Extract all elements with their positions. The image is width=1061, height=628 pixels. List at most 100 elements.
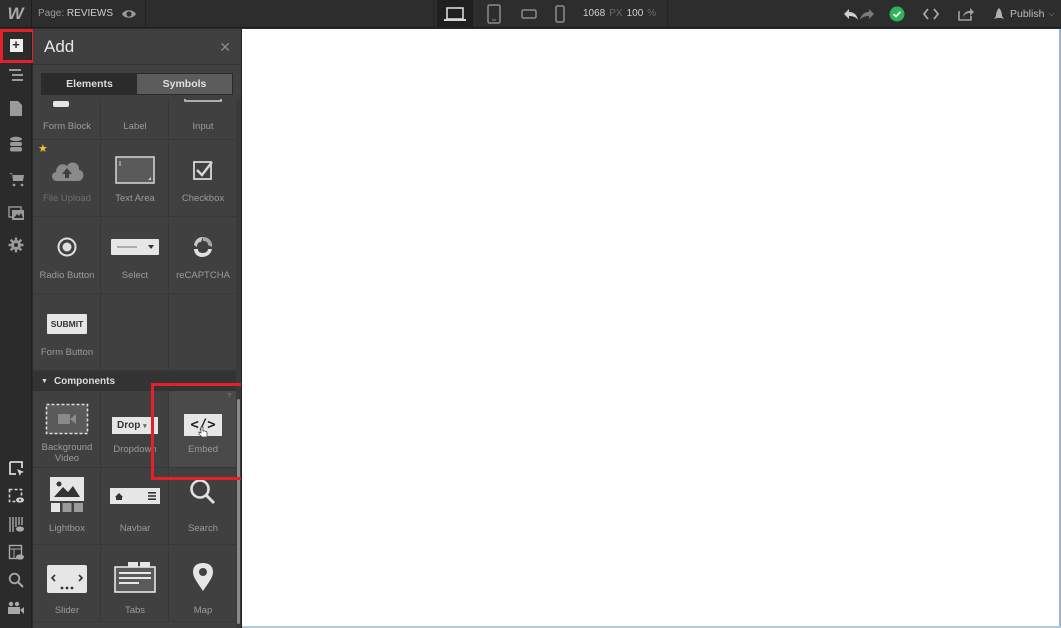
device-mobile-portrait-button[interactable] <box>542 0 578 28</box>
empty-cell <box>169 294 236 371</box>
navbar-icon <box>101 478 169 514</box>
element-checkbox[interactable]: Checkbox <box>169 140 236 217</box>
element-label: Form Button <box>40 347 94 358</box>
element-file-upload[interactable]: ★ File Upload <box>33 140 101 217</box>
element-label: Form Block <box>42 121 92 132</box>
scrollbar-thumb[interactable] <box>237 399 240 624</box>
design-canvas[interactable] <box>241 29 1061 628</box>
left-toolbar: + <box>0 29 32 628</box>
redo-icon[interactable] <box>859 5 875 23</box>
recaptcha-icon <box>169 229 236 265</box>
component-search[interactable]: Search <box>169 468 236 545</box>
element-input[interactable]: Input <box>169 99 236 140</box>
width-value[interactable]: 1068 <box>583 8 605 19</box>
preview-selection-button[interactable] <box>0 482 32 510</box>
element-form-button[interactable]: SUBMIT Form Button <box>33 294 101 371</box>
video-camera-icon <box>8 601 24 614</box>
device-desktop-button[interactable] <box>437 0 473 28</box>
device-tablet-button[interactable] <box>476 0 512 28</box>
layout-preview-button[interactable] <box>0 538 32 566</box>
component-slider[interactable]: Slider <box>33 545 101 622</box>
close-icon[interactable]: ✕ <box>219 39 231 56</box>
plus-icon: + <box>9 38 23 52</box>
element-text-area[interactable]: Text Area <box>101 140 169 217</box>
component-lightbox[interactable]: Lightbox <box>33 468 101 545</box>
divider <box>145 0 146 28</box>
video-tutorials-button[interactable] <box>0 594 32 622</box>
divider <box>667 0 668 28</box>
status-check-icon[interactable] <box>888 5 906 23</box>
component-map[interactable]: Map <box>169 545 236 622</box>
width-unit: PX <box>609 8 623 19</box>
element-label: Map <box>193 605 213 616</box>
panel-tabs: Elements Symbols <box>41 73 233 95</box>
ecommerce-button[interactable] <box>0 165 32 193</box>
components-section-header[interactable]: ▼ Components <box>33 371 236 391</box>
select-tool-button[interactable] <box>0 454 32 482</box>
component-navbar[interactable]: Navbar <box>101 468 169 545</box>
cart-icon <box>8 173 24 187</box>
top-toolbar: W Page: REVIEWS 1068 PX 100% Publish ⌵ <box>0 0 1061 28</box>
map-pin-icon <box>169 559 236 595</box>
navigator-button[interactable] <box>0 61 32 89</box>
preview-eye-icon[interactable] <box>121 6 137 22</box>
assets-icon <box>7 206 24 220</box>
component-tabs[interactable]: Tabs <box>101 545 169 622</box>
checkbox-icon <box>169 152 236 188</box>
gear-icon <box>8 237 24 253</box>
publish-button[interactable]: Publish ⌵ <box>992 7 1055 21</box>
element-select[interactable]: Select <box>101 217 169 294</box>
search-button[interactable] <box>0 566 32 594</box>
grid-eye-icon <box>8 516 24 532</box>
help-icon[interactable]: ? <box>227 393 231 400</box>
component-background-video[interactable]: Background Video <box>33 391 101 468</box>
share-icon[interactable] <box>957 5 975 23</box>
element-label: Lightbox <box>49 523 85 534</box>
page-icon <box>10 100 22 116</box>
phone-landscape-icon <box>521 9 537 19</box>
element-label: Text Area <box>115 193 155 204</box>
undo-icon[interactable] <box>843 5 859 23</box>
element-label: Navbar <box>119 523 151 534</box>
element-label: reCAPTCHA <box>176 270 230 281</box>
tab-elements[interactable]: Elements <box>42 74 137 94</box>
tab-symbols[interactable]: Symbols <box>137 74 232 94</box>
component-dropdown[interactable]: Drop ▾ Dropdown <box>101 391 169 468</box>
empty-cell <box>101 294 169 371</box>
cms-button[interactable] <box>0 130 32 158</box>
search-icon <box>169 474 236 510</box>
zoom-value[interactable]: 100 <box>627 8 644 19</box>
element-label: Dropdown <box>113 444 157 455</box>
grid-overlay-button[interactable] <box>0 510 32 538</box>
chevron-down-icon: ⌵ <box>1048 9 1055 18</box>
radio-icon <box>33 229 101 265</box>
element-label: Background Video <box>41 442 93 464</box>
page-prefix: Page: <box>38 8 65 19</box>
element-label: Embed <box>187 444 219 455</box>
element-radio-button[interactable]: Radio Button <box>33 217 101 294</box>
element-recaptcha[interactable]: reCAPTCHA <box>169 217 236 294</box>
elements-grid: Form Block Label Input ★ File Upload Tex… <box>33 99 236 628</box>
cloud-upload-icon <box>33 152 101 188</box>
zoom-unit: % <box>647 8 657 19</box>
settings-button[interactable] <box>0 231 32 259</box>
current-page[interactable]: Page: REVIEWS <box>38 8 113 19</box>
panel-title: Add <box>44 37 75 56</box>
input-icon <box>169 99 236 119</box>
dashed-select-eye-icon <box>8 488 24 503</box>
assets-button[interactable] <box>0 199 32 227</box>
add-panel-button[interactable]: + <box>0 31 32 59</box>
tablet-icon <box>487 4 501 24</box>
element-label: File Upload <box>42 193 92 204</box>
pages-button[interactable] <box>0 94 32 122</box>
submit-button-preview: SUBMIT <box>46 314 88 334</box>
caret-down-icon: ▼ <box>41 377 48 385</box>
submit-button-icon: SUBMIT <box>33 306 101 342</box>
lightbox-icon <box>33 476 101 512</box>
webflow-logo[interactable]: W <box>0 0 32 28</box>
component-embed[interactable]: ? </> Embed <box>169 391 236 468</box>
element-label[interactable]: Label <box>101 99 169 140</box>
element-form-block[interactable]: Form Block <box>33 99 101 140</box>
laptop-icon <box>444 7 466 21</box>
code-export-icon[interactable] <box>922 5 940 23</box>
